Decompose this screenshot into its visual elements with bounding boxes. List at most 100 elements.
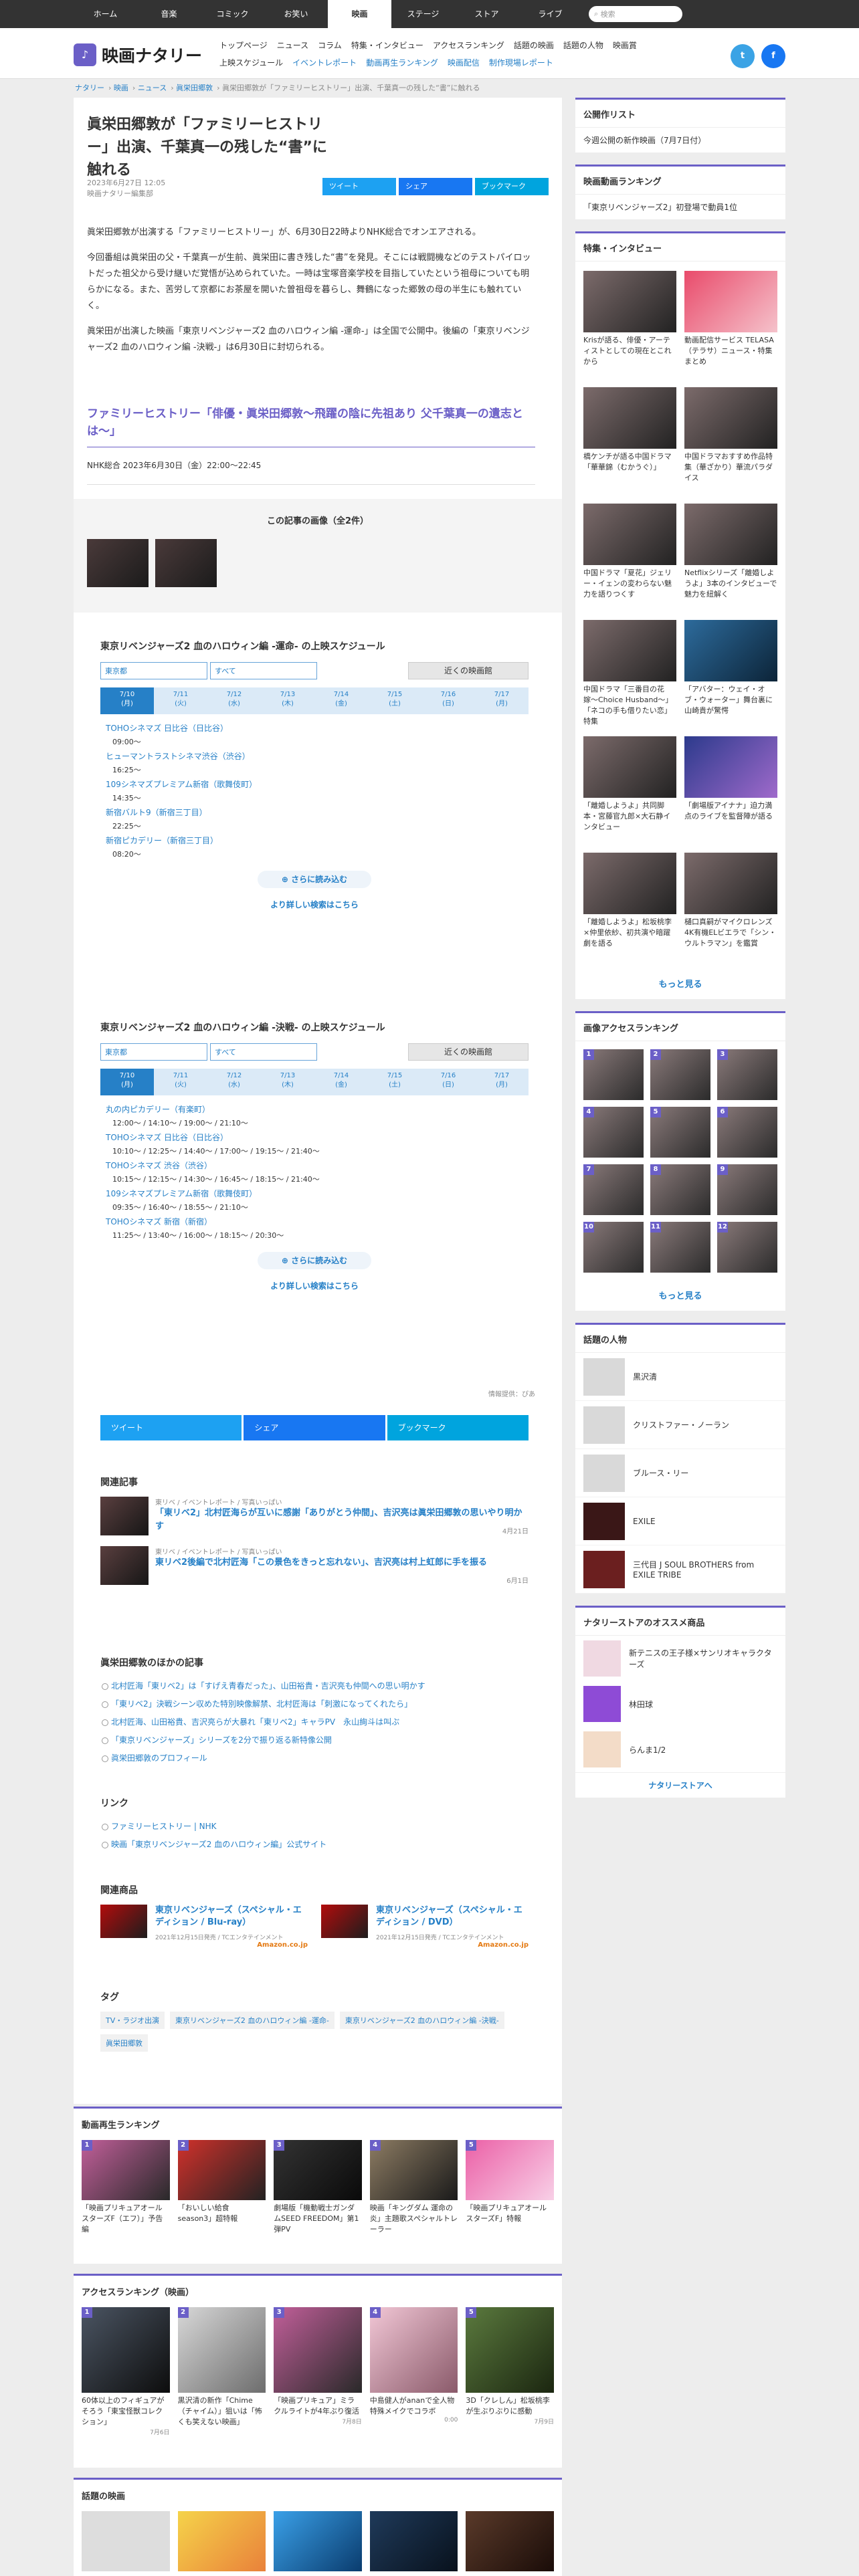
- tag-chip[interactable]: 東京リベンジャーズ2 血のハロウィン編 -決戦-: [339, 2012, 504, 2029]
- date-tab[interactable]: 7/17 (月): [475, 687, 529, 714]
- nav-ranking[interactable]: アクセスランキング: [433, 39, 504, 51]
- nav-home[interactable]: ホーム: [74, 0, 137, 28]
- facebook-share-button[interactable]: シェア: [399, 178, 472, 195]
- ranked-image[interactable]: 4: [583, 1107, 644, 1158]
- date-tab[interactable]: 7/11 (火): [154, 1069, 207, 1095]
- store-link[interactable]: Amazon.co.jp: [376, 1941, 529, 1949]
- video-item[interactable]: 2 「おいしい給食 season3」超特報: [177, 2140, 266, 2235]
- list-item[interactable]: 北村匠海、山田裕貴、吉沢亮らが大暴れ「東リベ2」キャラPV 永山絢斗は叫ぶ: [100, 1713, 529, 1731]
- twitter-icon[interactable]: t: [731, 44, 755, 68]
- nearby-theater-button[interactable]: 近くの映画館: [408, 662, 529, 679]
- person-item[interactable]: クリストファー・ノーラン: [575, 1401, 785, 1449]
- related-article[interactable]: 東リベ / イベントレポート / 写真いっぱい 「東リベ2」北村匠海らが互いに感…: [100, 1497, 529, 1535]
- breadcrumb-item[interactable]: ニュース: [138, 84, 167, 92]
- more-link[interactable]: もっと見る: [575, 1281, 785, 1311]
- date-tab[interactable]: 7/12 (水): [207, 687, 261, 714]
- facebook-icon[interactable]: f: [761, 44, 785, 68]
- nav-topic-movie[interactable]: 話題の映画: [514, 39, 554, 51]
- section-title[interactable]: 話題の映画: [74, 2480, 562, 2511]
- ranked-image[interactable]: 8: [650, 1164, 710, 1215]
- list-item[interactable]: 眞栄田郷敦のプロフィール: [100, 1749, 529, 1767]
- box-title[interactable]: 映画動画ランキング: [575, 167, 785, 195]
- video-item[interactable]: 4 映画「キングダム 運命の炎」主題歌スペシャルトレーラー: [369, 2140, 458, 2235]
- movie-item[interactable]: [274, 2511, 362, 2571]
- movie-item[interactable]: [466, 2511, 554, 2571]
- external-link[interactable]: ファミリーヒストリー | NHK: [100, 1818, 529, 1836]
- feature-item[interactable]: 「劇場版アイナナ」迫力満点のライブを監督陣が語る: [684, 736, 777, 843]
- article-link[interactable]: 東リベ2後編で北村匠海「この景色をきっと忘れない」、吉沢亮は村上虹郎に手を振る: [155, 1556, 487, 1570]
- nav-award[interactable]: 映画賞: [613, 39, 637, 51]
- date-tab[interactable]: 7/12 (水): [207, 1069, 261, 1095]
- feature-item[interactable]: 中国ドラマ「夏花」ジェリー・イェンの変わらない魅力を語りつくす: [583, 504, 676, 611]
- box-title[interactable]: 画像アクセスランキング: [575, 1013, 785, 1041]
- tweet-button[interactable]: ツイート: [100, 1415, 242, 1440]
- ranked-image[interactable]: 3: [717, 1049, 777, 1100]
- theater-name[interactable]: ヒューマントラストシネマ渋谷（渋谷）: [106, 749, 523, 764]
- image-thumbnail[interactable]: [87, 539, 149, 587]
- theater-name[interactable]: TOHOシネマズ 日比谷（日比谷）: [106, 1130, 523, 1145]
- facebook-share-button[interactable]: シェア: [244, 1415, 385, 1440]
- date-tab[interactable]: 7/15 (土): [368, 1069, 421, 1095]
- advanced-search-link[interactable]: より詳しい検索はこちら: [100, 1280, 529, 1291]
- nav-news[interactable]: ニュース: [277, 39, 308, 51]
- nav-stage[interactable]: ステージ: [391, 0, 455, 28]
- box-title[interactable]: ナタリーストアのオススメ商品: [575, 1608, 785, 1636]
- box-item[interactable]: 「東京リベンジャーズ2」初登場で動員1位: [575, 195, 785, 219]
- ranking-item[interactable]: 5 3D「クレしん」松坂桃李が生ぶりぶりに感動 7月9日: [466, 2307, 554, 2436]
- ranked-image[interactable]: 12: [717, 1222, 777, 1273]
- movie-item[interactable]: [369, 2511, 458, 2571]
- ranked-image[interactable]: 10: [583, 1222, 644, 1273]
- store-link[interactable]: Amazon.co.jp: [155, 1941, 308, 1949]
- ranked-image[interactable]: 6: [717, 1107, 777, 1158]
- load-more-button[interactable]: ⊕ さらに読み込む: [258, 871, 371, 888]
- area-select[interactable]: すべて: [210, 662, 317, 679]
- feature-item[interactable]: 動画配信サービス TELASA（テラサ）ニュース・特集まとめ: [684, 271, 777, 378]
- logo[interactable]: ♪ 映画ナタリー: [74, 43, 202, 67]
- feature-item[interactable]: Krisが語る、俳優・アーティストとしての現在とこれから: [583, 271, 676, 378]
- nav-schedule[interactable]: 上映スケジュール: [219, 57, 283, 68]
- date-tab[interactable]: 7/10 (月): [100, 1069, 154, 1095]
- section-title[interactable]: 動画再生ランキング: [74, 2109, 562, 2140]
- ranked-image[interactable]: 11: [650, 1222, 710, 1273]
- more-link[interactable]: もっと見る: [575, 969, 785, 999]
- prefecture-select[interactable]: 東京都: [100, 662, 207, 679]
- nav-topic-person[interactable]: 話題の人物: [563, 39, 603, 51]
- nav-haishin[interactable]: 映画配信: [448, 57, 480, 68]
- person-item[interactable]: ブルース・リー: [575, 1449, 785, 1497]
- store-item[interactable]: 林田球: [575, 1681, 785, 1727]
- tag-chip[interactable]: TV・ラジオ出演: [100, 2012, 165, 2029]
- breadcrumb-item[interactable]: ナタリー: [75, 84, 104, 92]
- ranking-item[interactable]: 3 「映画プリキュア」ミラクルライトが4年ぶり復活 7月8日: [274, 2307, 362, 2436]
- search-input[interactable]: ⌕ 検索: [589, 6, 682, 22]
- theater-name[interactable]: 109シネマズプレミアム新宿（歌舞伎町）: [106, 777, 523, 792]
- feature-item[interactable]: 中国ドラマおすすめ作品特集（華ざかり）華流パラダイス: [684, 387, 777, 494]
- date-tab[interactable]: 7/17 (月): [475, 1069, 529, 1095]
- external-link[interactable]: 映画「東京リベンジャーズ2 血のハロウィン編」公式サイト: [100, 1836, 529, 1854]
- ranked-image[interactable]: 2: [650, 1049, 710, 1100]
- theater-name[interactable]: 109シネマズプレミアム新宿（歌舞伎町）: [106, 1186, 523, 1201]
- person-item[interactable]: EXILE: [575, 1497, 785, 1545]
- store-item[interactable]: らんま1/2: [575, 1727, 785, 1772]
- feature-item[interactable]: Netflixシリーズ「離婚しようよ」3本のインタビューで魅力を紐解く: [684, 504, 777, 611]
- person-item[interactable]: 三代目 J SOUL BROTHERS from EXILE TRIBE: [575, 1545, 785, 1594]
- image-thumbnail[interactable]: [155, 539, 217, 587]
- nav-eiga[interactable]: 映画: [328, 0, 391, 28]
- nav-report[interactable]: 制作現場レポート: [489, 57, 553, 68]
- hatena-bookmark-button[interactable]: ブックマーク: [387, 1415, 529, 1440]
- feature-item[interactable]: 橋ケンチが語る中国ドラマ「華華錦（むかうぐ）」: [583, 387, 676, 494]
- video-item[interactable]: 1 「映画プリキュアオールスターズF（エフ）」予告編: [82, 2140, 170, 2235]
- date-tab[interactable]: 7/10 (月): [100, 687, 154, 714]
- breadcrumb-item[interactable]: 眞栄田郷敦: [176, 84, 213, 92]
- date-tab[interactable]: 7/14 (金): [314, 1069, 368, 1095]
- date-tab[interactable]: 7/14 (金): [314, 687, 368, 714]
- date-tab[interactable]: 7/15 (土): [368, 687, 421, 714]
- nav-event[interactable]: イベントレポート: [292, 57, 357, 68]
- ranked-image[interactable]: 5: [650, 1107, 710, 1158]
- breadcrumb-item[interactable]: 映画: [114, 84, 128, 92]
- product-title[interactable]: 東京リベンジャーズ（スペシャル・エディション / DVD）: [376, 1905, 529, 1929]
- box-item[interactable]: 今週公開の新作映画（7月7日付）: [575, 128, 785, 152]
- feature-item[interactable]: 「離婚しようよ」共同脚本・宮藤官九郎×大石静インタビュー: [583, 736, 676, 843]
- tag-chip[interactable]: 眞栄田郷敦: [100, 2034, 148, 2052]
- feature-item[interactable]: 「離婚しようよ」松坂桃李×仲里依紗、初共演や暗躍劇を語る: [583, 853, 676, 960]
- product-title[interactable]: 東京リベンジャーズ（スペシャル・エディション / Blu-ray）: [155, 1905, 308, 1929]
